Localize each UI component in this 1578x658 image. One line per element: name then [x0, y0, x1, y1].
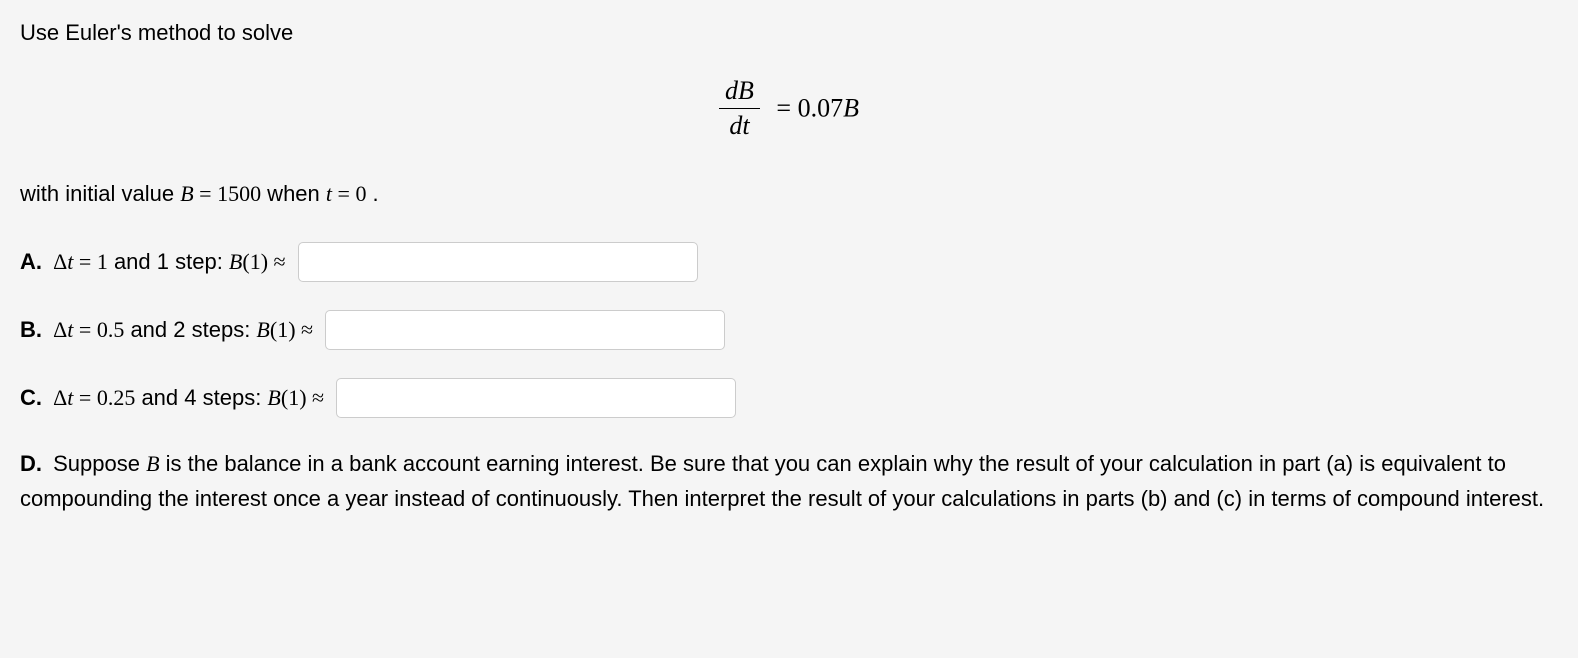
part-a-label: A.: [20, 249, 42, 274]
part-c-label: C.: [20, 385, 42, 410]
part-c: C. Δt = 0.25 and 4 steps: B(1) ≈: [20, 378, 1558, 418]
part-b: B. Δt = 0.5 and 2 steps: B(1) ≈: [20, 310, 1558, 350]
problem-intro: Use Euler's method to solve: [20, 20, 1558, 46]
initial-condition: with initial value B = 1500 when t = 0 .: [20, 181, 1558, 207]
equation-rhs: = 0.07B: [776, 94, 859, 123]
answer-input-c[interactable]: [336, 378, 736, 418]
fraction: dB dt: [719, 76, 760, 141]
differential-equation: dB dt = 0.07B: [20, 76, 1558, 141]
part-d-label: D.: [20, 451, 42, 476]
denominator: dt: [719, 109, 760, 141]
numerator: dB: [719, 76, 760, 109]
part-b-label: B.: [20, 317, 42, 342]
answer-input-b[interactable]: [325, 310, 725, 350]
part-a: A. Δt = 1 and 1 step: B(1) ≈: [20, 242, 1558, 282]
part-d: D. Suppose B is the balance in a bank ac…: [20, 446, 1558, 516]
answer-input-a[interactable]: [298, 242, 698, 282]
